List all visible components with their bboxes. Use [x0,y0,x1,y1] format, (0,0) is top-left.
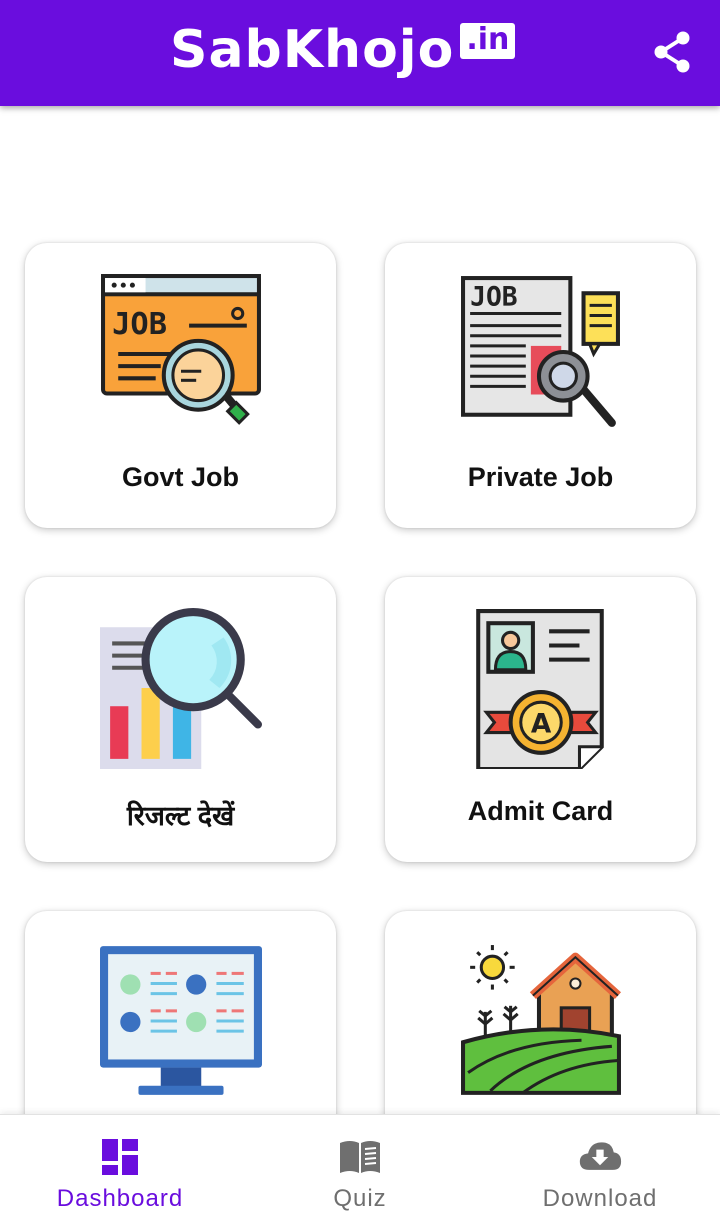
cloud-download-icon [579,1142,622,1170]
svg-text:JOB: JOB [112,307,167,342]
bottom-navigation: Dashboard Quiz Download [0,1114,720,1228]
logo-text: SabKhojo [170,20,455,80]
card-label: रिजल्ट देखें [126,801,235,831]
logo-tld: .in [460,23,516,59]
app-bar: SabKhojo .in [0,0,720,106]
card-govt-job[interactable]: JOB Govt Job [25,243,336,528]
card-private-job[interactable]: JOB Private Job [385,243,696,528]
share-button[interactable] [648,28,696,76]
svg-text:A: A [531,710,552,740]
share-icon [654,31,690,73]
dashboard-icon [102,1139,138,1175]
card-label: Private Job [467,462,614,492]
svg-text:JOB: JOB [470,282,518,312]
result-chart-search-icon [100,608,262,769]
job-newspaper-icon: JOB [461,276,620,427]
card-label: Admit Card [467,796,614,826]
nav-dashboard[interactable]: Dashboard [0,1115,240,1228]
nav-label: Dashboard [56,1185,184,1212]
nav-label: Quiz [333,1185,387,1212]
admit-card-icon: A [476,609,604,769]
book-icon [340,1141,380,1173]
job-search-icon: JOB [101,274,261,425]
nav-label: Download [542,1185,658,1212]
nav-quiz[interactable]: Quiz [240,1115,480,1228]
card-admit-card[interactable]: A Admit Card [385,577,696,862]
farm-house-icon [461,945,622,1095]
dashboard-grid: JOB Govt Job JOB Private Job रिजल्ट देखे… [0,0,720,1227]
card-label: Govt Job [121,462,239,492]
nav-download[interactable]: Download [480,1115,720,1228]
computer-monitor-icon [100,946,262,1095]
card-result[interactable]: रिजल्ट देखें [25,577,336,862]
app-logo: SabKhojo .in [170,14,516,86]
